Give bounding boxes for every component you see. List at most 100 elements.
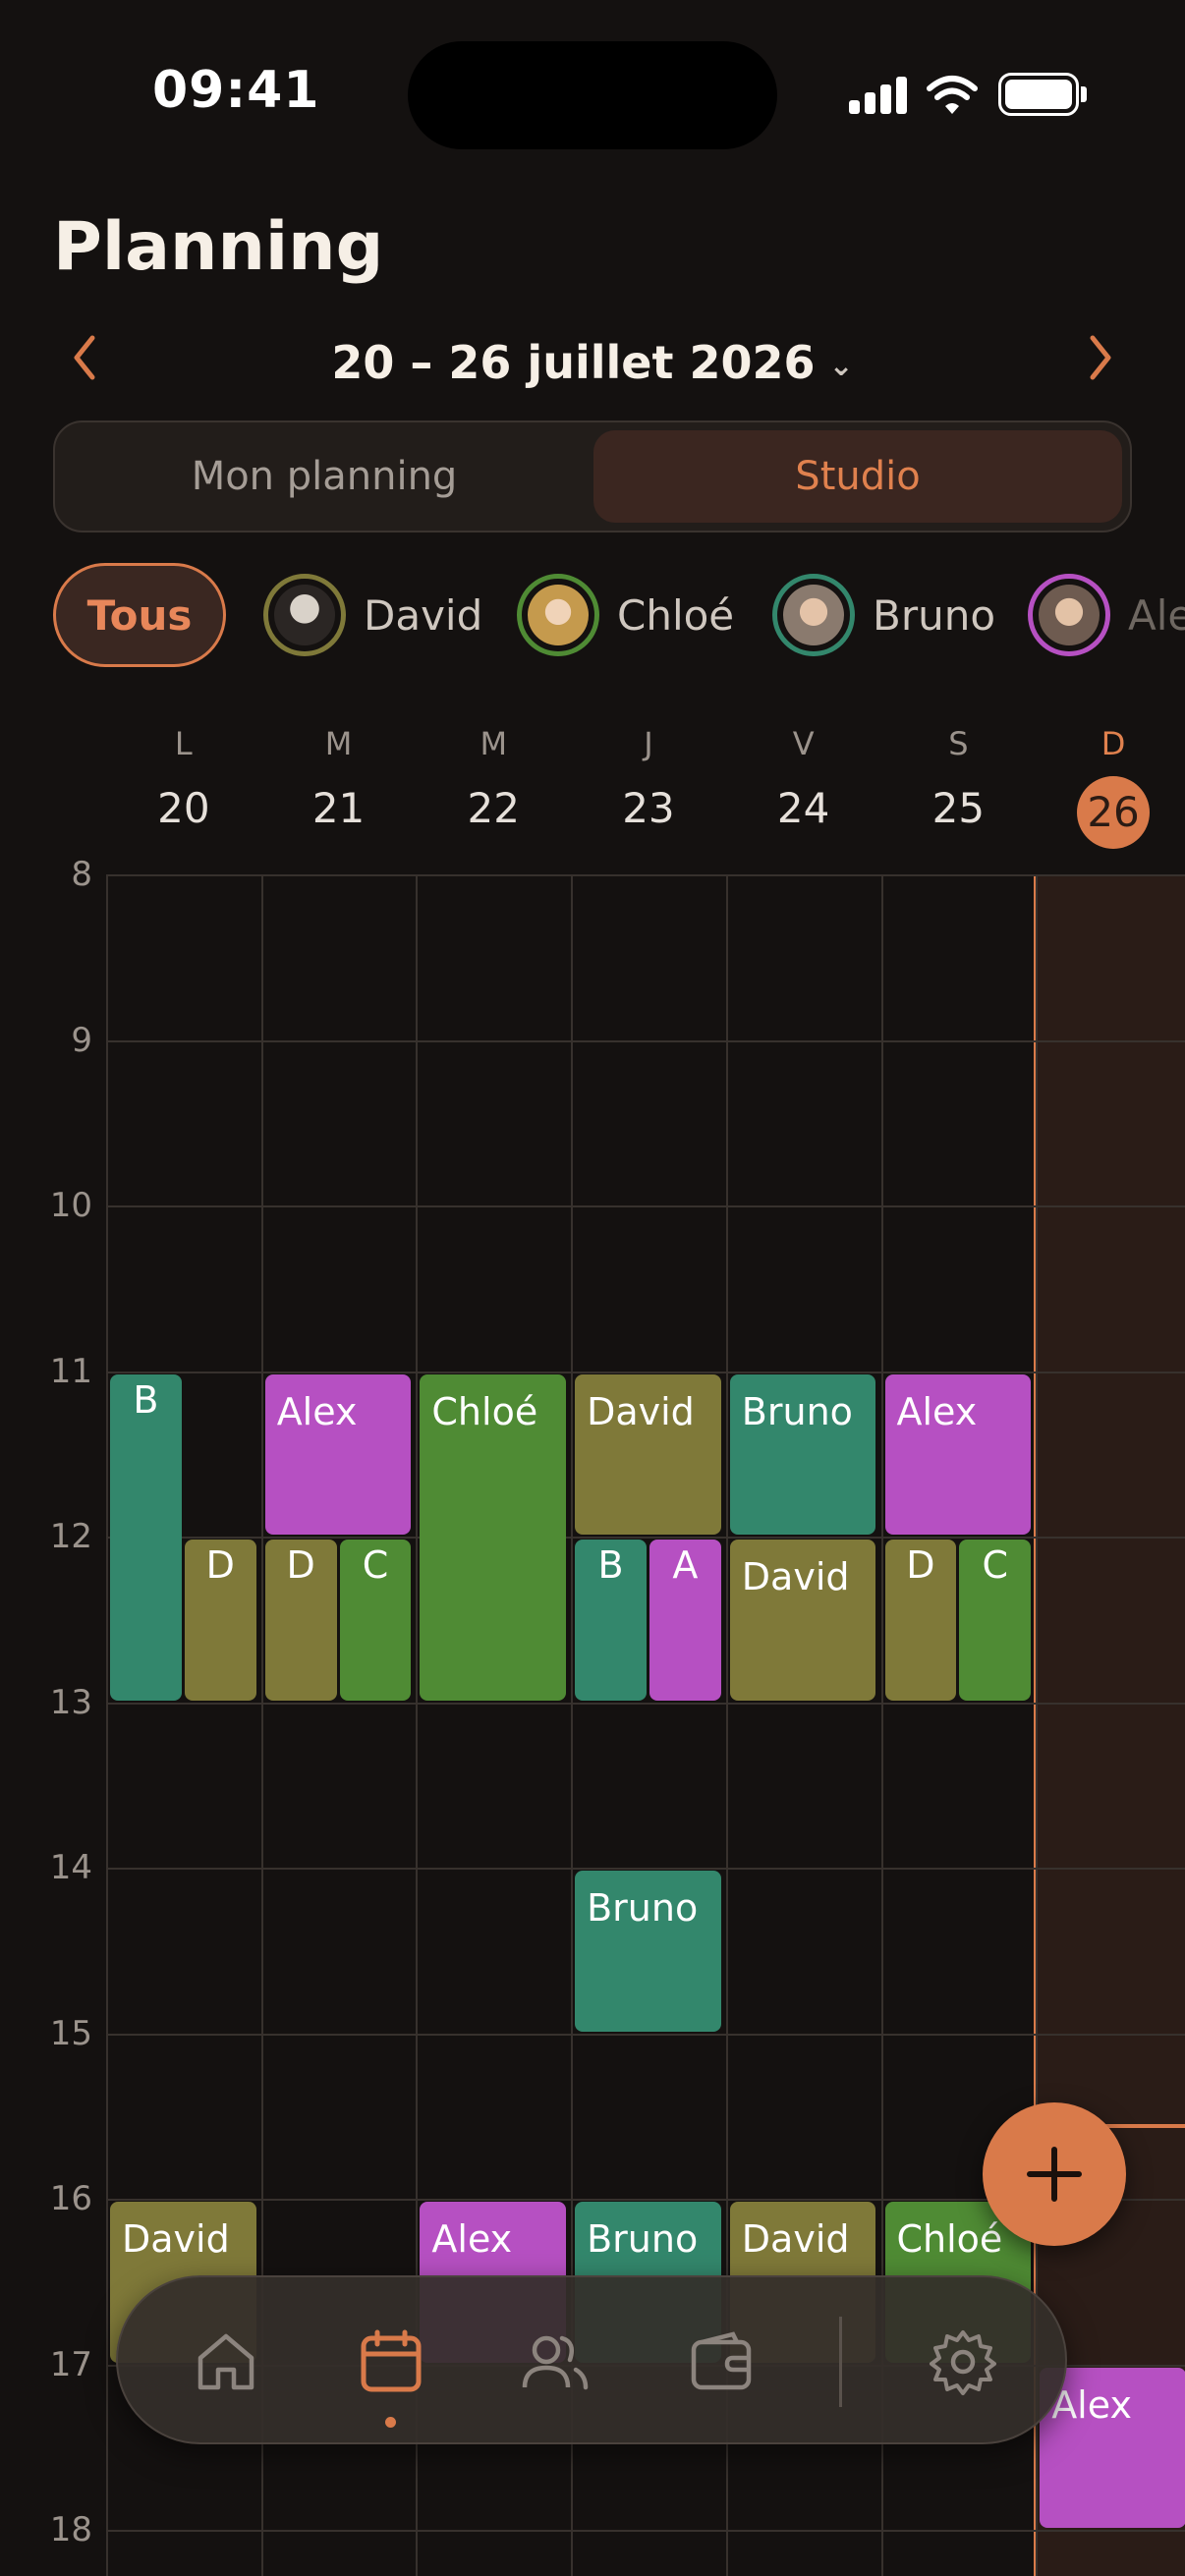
hour-line [106,2530,1185,2532]
event-block[interactable]: B [110,1373,182,1701]
event-block[interactable]: D [184,1540,256,1701]
filter-chip-label: David [364,590,483,640]
hour-label: 12 [49,1517,92,1556]
hour-label: 17 [49,2344,92,2384]
day-letter: D [1100,725,1126,762]
tab-bar [116,2275,1067,2444]
hour-label: 8 [71,855,92,894]
event-block[interactable]: Chloé [420,1373,567,1701]
tab-mon-planning[interactable]: Mon planning [63,430,586,523]
week-selector[interactable]: 20 – 26 juillet 2026 ⌄ [0,336,1185,389]
day-letter: L [174,725,193,762]
day-number: 20 [157,784,210,832]
event-block[interactable]: David [729,1540,876,1701]
chevron-down-icon: ⌄ [828,349,854,383]
event-block[interactable]: Bruno [729,1373,876,1535]
filter-chip-chloe[interactable]: Chloé [517,570,734,660]
day-number: 25 [931,784,986,832]
dynamic-island [408,41,777,149]
day-number: 22 [467,784,520,832]
page-title: Planning [53,208,384,286]
day-letter: V [792,725,815,762]
gear-icon [930,2330,996,2395]
tab-studio[interactable]: Studio [593,430,1122,523]
hour-label: 15 [49,2013,92,2053]
day-number: 21 [311,784,366,832]
day-letter: M [480,725,508,762]
event-block[interactable]: David [575,1373,721,1535]
day-letter: S [948,725,969,762]
wifi-icon [927,76,978,114]
tab-calendar[interactable] [356,2326,426,2397]
day-header-22[interactable]: M 22 [444,725,542,832]
day-number: 26 [1077,776,1151,849]
hour-line [106,1371,1185,1373]
day-column-line [106,874,108,2576]
day-letter: M [324,725,353,762]
next-week-button[interactable] [1081,330,1120,389]
day-letter: J [644,725,653,762]
plus-icon [1027,2147,1082,2202]
day-header-24[interactable]: V 24 [755,725,853,832]
home-icon [198,2333,254,2390]
people-icon [522,2335,589,2390]
filter-chip-bruno[interactable]: Bruno [772,570,995,660]
hour-label: 11 [49,1351,92,1391]
hour-label: 10 [49,1186,92,1225]
avatar [772,574,855,656]
filter-chip-label: Alex [1128,590,1185,640]
event-block[interactable]: C [339,1540,412,1701]
status-time: 09:41 [152,61,320,120]
hour-line [106,874,1185,876]
avatar [1028,574,1110,656]
event-block[interactable]: B [575,1540,647,1701]
hour-line [106,1868,1185,1870]
filter-all-chip[interactable]: Tous [53,563,226,667]
event-block[interactable]: A [649,1540,721,1701]
add-event-button[interactable] [983,2102,1126,2246]
hour-label: 18 [49,2510,92,2549]
event-block[interactable]: C [959,1540,1032,1701]
event-block[interactable]: Alex [264,1373,412,1535]
battery-icon [998,73,1079,116]
day-header-20[interactable]: L 20 [135,725,233,832]
wallet-icon [691,2331,752,2390]
tab-team[interactable] [519,2326,590,2397]
hour-label: 9 [71,1020,92,1060]
hour-label: 14 [49,1848,92,1887]
tab-settings[interactable] [928,2326,998,2397]
view-toggle: Mon planning Studio [53,420,1132,532]
hour-label: 16 [49,2179,92,2218]
hour-line [106,2033,1185,2036]
day-header-26[interactable]: D 26 [1064,725,1162,849]
hour-line [106,1039,1185,1042]
hour-line [106,1537,1185,1539]
event-block[interactable]: D [884,1540,957,1701]
avatar [517,574,599,656]
event-block[interactable]: Alex [884,1373,1032,1535]
filter-chip-alex[interactable]: Alex [1028,570,1185,660]
hour-line [106,1205,1185,1207]
tab-home[interactable] [191,2326,261,2397]
filter-chip-label: Chloé [617,590,735,640]
day-number: 24 [776,784,830,832]
event-block[interactable]: Alex [1040,2367,1185,2528]
hour-line [106,1702,1185,1705]
filter-chip-david[interactable]: David [263,570,482,660]
avatar [263,574,346,656]
active-tab-indicator [385,2417,396,2428]
event-block[interactable]: D [264,1540,337,1701]
week-range: 20 – 26 juillet 2026 [331,336,816,389]
event-block[interactable]: Bruno [575,1871,721,2032]
calendar-icon [361,2329,422,2392]
hour-label: 13 [49,1682,92,1722]
tab-wallet[interactable] [686,2326,757,2397]
filter-chip-label: Bruno [873,590,996,640]
chevron-right-icon [1090,335,1111,380]
cellular-signal-icon [849,77,908,114]
tab-divider [839,2317,842,2407]
day-number: 23 [622,784,675,832]
day-header-25[interactable]: S 25 [909,725,1007,832]
day-header-23[interactable]: J 23 [599,725,698,832]
day-header-21[interactable]: M 21 [290,725,388,832]
